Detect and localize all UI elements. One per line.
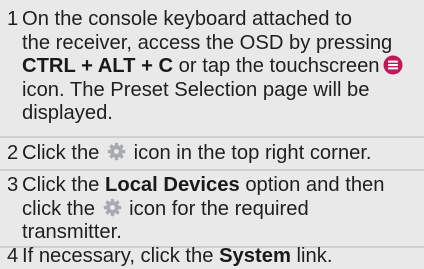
step-3-line-2: click the icon for the required [22,197,309,220]
keyboard-shortcut: CTRL + ALT + C [22,55,174,77]
step-1-number: 1 [7,8,19,30]
step-1-line-5: displayed. [22,102,113,124]
step-3: 3 Click the Local Devices option and the… [0,174,424,245]
step-1-line-4: icon. The Preset Selection page will be [22,78,370,101]
step-4: 4 If necessary, click the System link. [0,245,424,269]
menu-circle-icon [383,55,403,75]
step-1-line-3-text: or tap the touchscreen [178,55,380,77]
step-1-line-3: CTRL + ALT + C or tap the touchscreen [22,55,403,79]
step-4-line-1: If necessary, click the System link. [22,245,333,267]
step-1: 1 On the console keyboard attached to th… [0,8,424,126]
step-2: 2 Click the icon in the top right corner… [0,142,424,166]
step-1-line-1: On the console keyboard attached to [22,8,352,30]
step-3-line-3: transmitter. [22,221,122,243]
step-4-number: 4 [7,245,19,267]
local-devices-label: Local Devices [105,174,240,196]
gear-icon [107,142,126,161]
step-3-line-1: Click the Local Devices option and then [22,174,385,196]
step-3-number: 3 [7,174,19,196]
step-divider [0,169,424,171]
gear-icon [103,198,121,216]
step-1-line-2: the receiver, access the OSD by pressing [22,31,393,54]
step-2-line-1: Click the icon in the top right corner. [22,142,372,164]
system-link-label: System [219,245,291,267]
instruction-steps: 1 On the console keyboard attached to th… [0,0,424,269]
step-divider [0,136,424,138]
step-2-number: 2 [7,142,19,164]
